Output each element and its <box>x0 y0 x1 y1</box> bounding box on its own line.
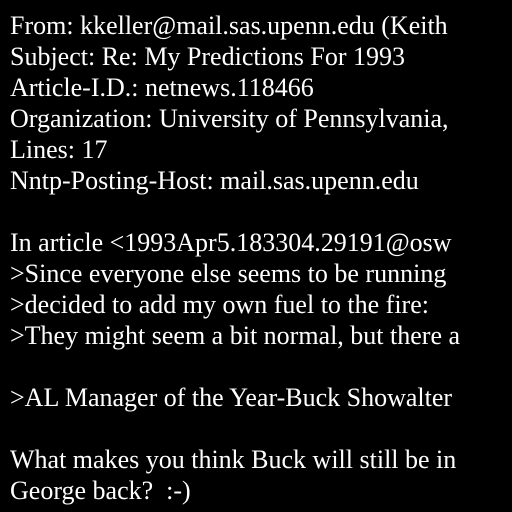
reply-line: What makes you think Buck will still be … <box>10 445 457 474</box>
attribution-line: In article <1993Apr5.183304.29191@osw <box>10 228 452 257</box>
usenet-article: From: kkeller@mail.sas.upenn.edu (Keith … <box>10 10 512 506</box>
article-id-header: Article-I.D.: netnews.118466 <box>10 73 314 102</box>
nntp-host-header: Nntp-Posting-Host: mail.sas.upenn.edu <box>10 166 419 195</box>
lines-header: Lines: 17 <box>10 135 108 164</box>
organization-header: Organization: University of Pennsylvania… <box>10 104 449 133</box>
subject-header: Subject: Re: My Predictions For 1993 <box>10 42 406 71</box>
quoted-line: >decided to add my own fuel to the fire: <box>10 290 429 319</box>
quoted-line: >Since everyone else seems to be running <box>10 259 447 288</box>
from-header: From: kkeller@mail.sas.upenn.edu (Keith <box>10 11 448 40</box>
quoted-line: >They might seem a bit normal, but there… <box>10 321 461 350</box>
quoted-line: >AL Manager of the Year-Buck Showalter <box>10 383 453 412</box>
reply-line: George back? :-) <box>10 476 191 505</box>
